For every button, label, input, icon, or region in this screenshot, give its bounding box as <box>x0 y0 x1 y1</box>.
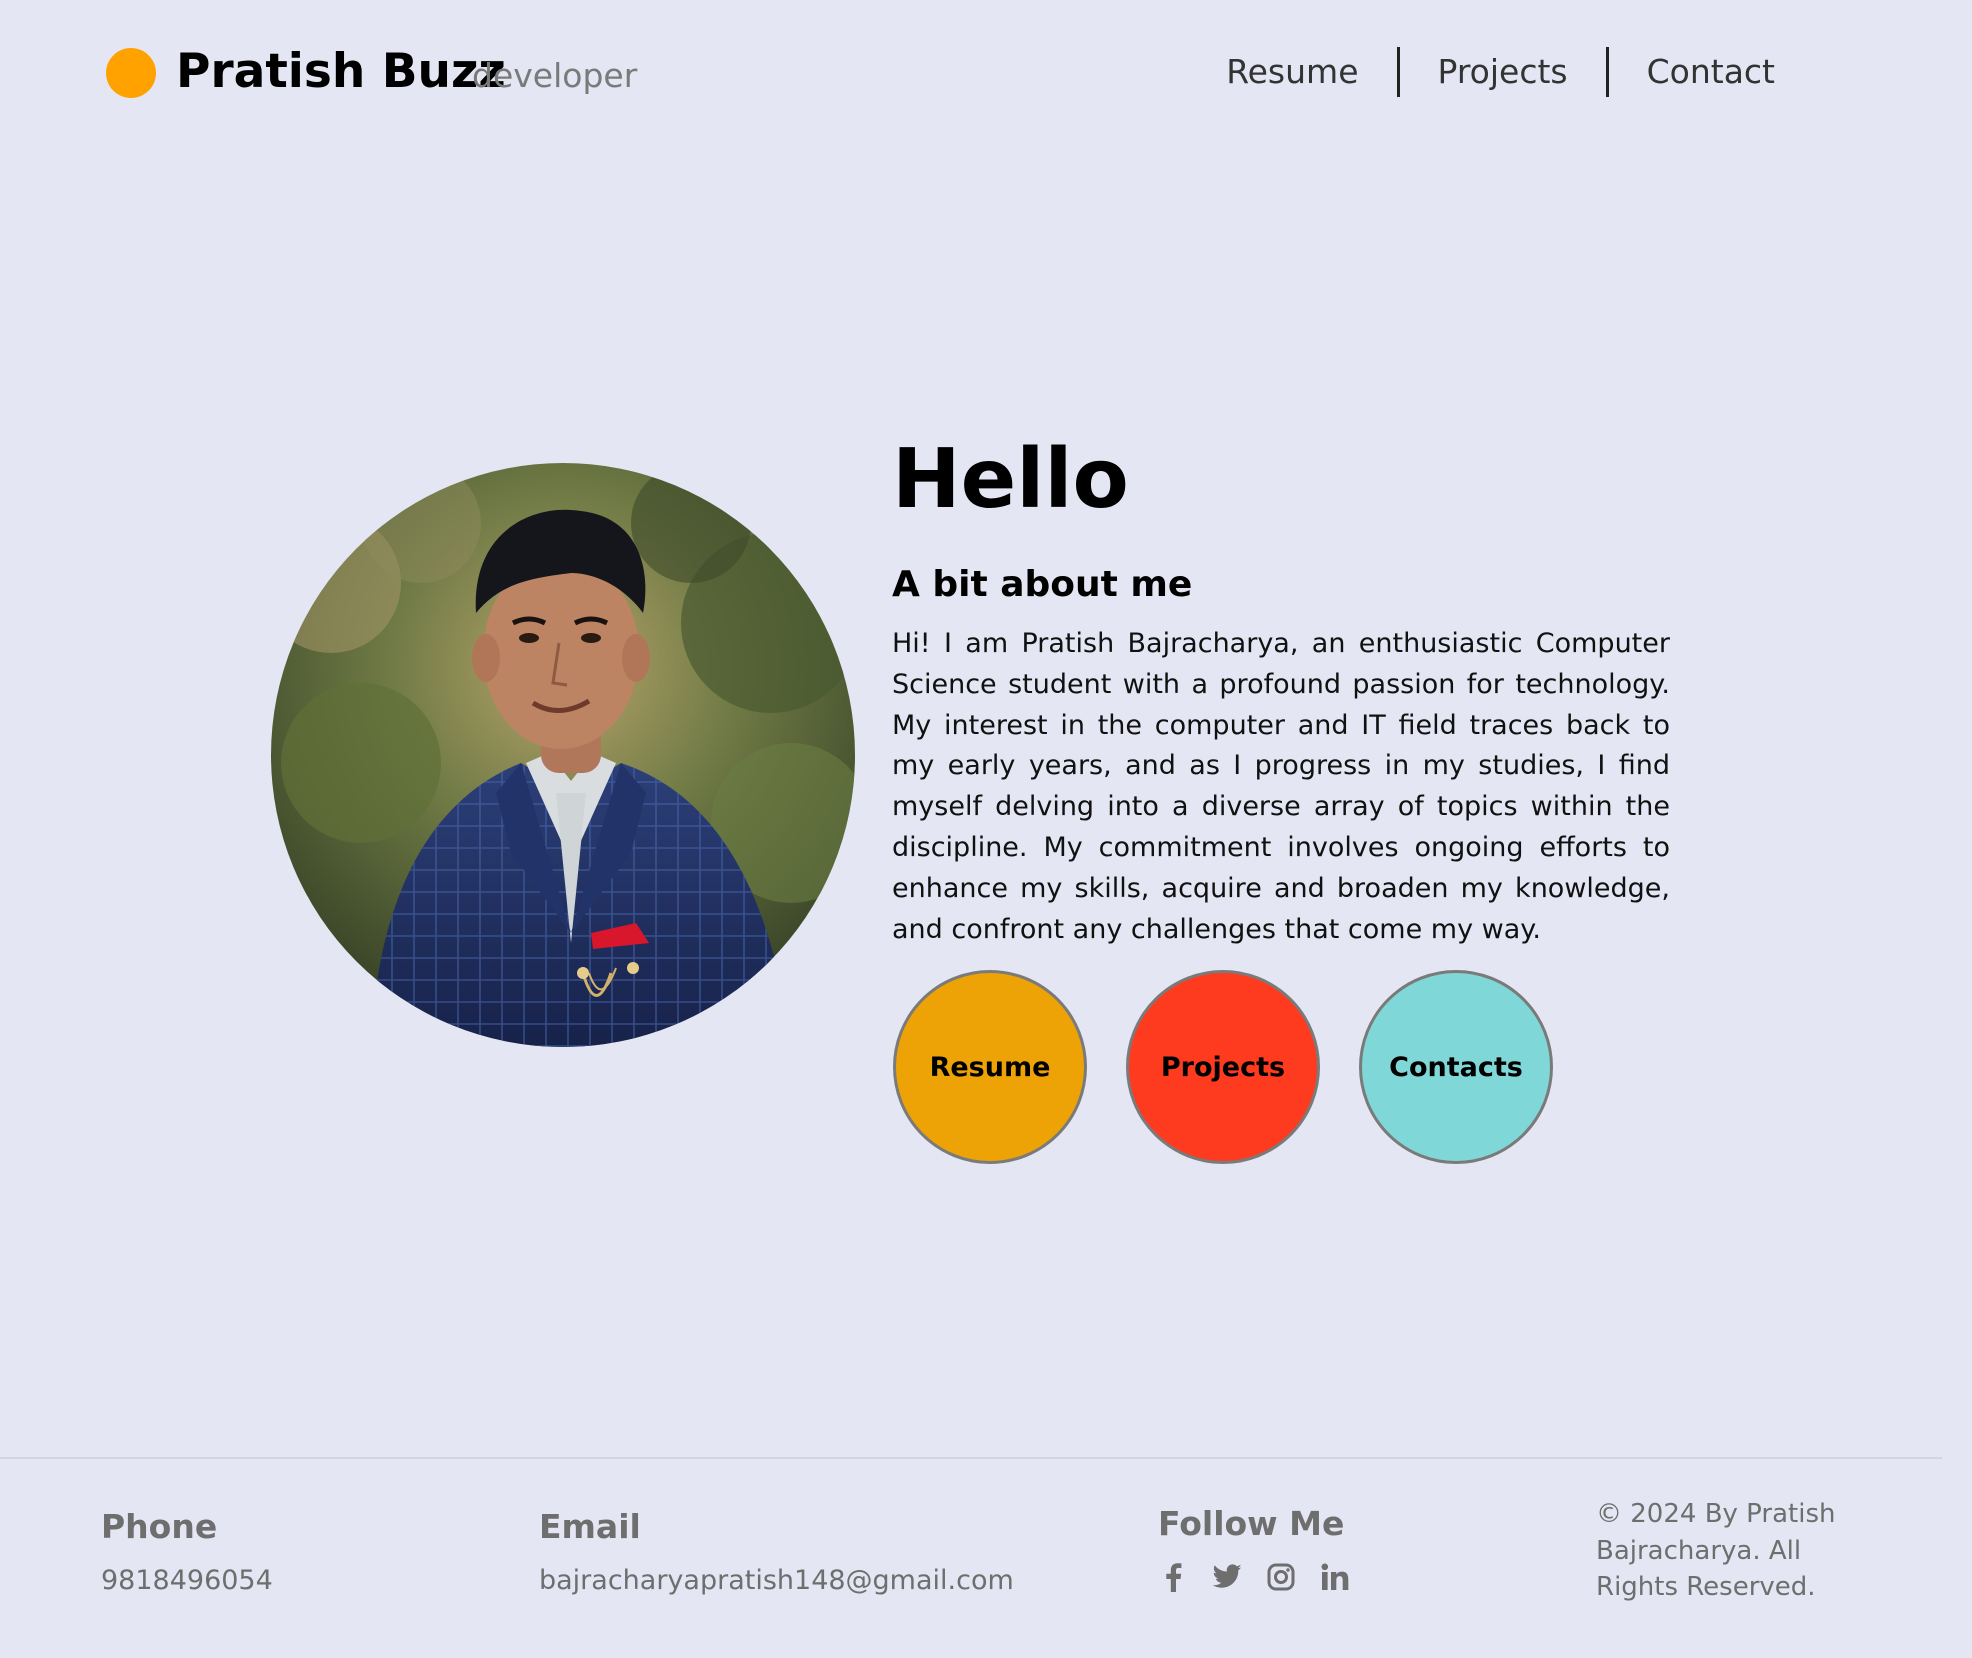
follow-heading: Follow Me <box>1158 1504 1345 1543</box>
hero-greeting: Hello <box>892 432 1129 527</box>
brand-subtitle: developer <box>472 56 638 95</box>
about-paragraph: Hi! I am Pratish Bajracharya, an enthusi… <box>892 628 1670 945</box>
nav-contact-link[interactable]: Contact <box>1609 46 1775 98</box>
brand-name[interactable]: Pratish Buzz <box>176 40 506 104</box>
site-header: Pratish Buzz developer Resume Projects C… <box>0 0 1972 150</box>
projects-button[interactable]: Projects <box>1126 970 1320 1164</box>
phone-heading: Phone <box>101 1507 218 1546</box>
social-links <box>1158 1562 1350 1592</box>
footer-divider <box>0 1457 1942 1459</box>
linkedin-icon[interactable] <box>1320 1562 1350 1592</box>
copyright-text: © 2024 By Pratish Bajracharya. All Right… <box>1596 1499 1836 1602</box>
about-heading: A bit about me <box>892 564 1193 605</box>
main-nav: Resume Projects Contact <box>1226 46 1775 98</box>
profile-photo <box>271 463 855 1047</box>
nav-projects-link[interactable]: Projects <box>1400 46 1606 98</box>
email-heading: Email <box>539 1507 641 1546</box>
logo-dot-icon <box>106 48 156 98</box>
resume-button[interactable]: Resume <box>893 970 1087 1164</box>
contacts-button[interactable]: Contacts <box>1359 970 1553 1164</box>
email-value[interactable]: bajracharyapratish148@gmail.com <box>539 1561 1014 1601</box>
facebook-icon[interactable] <box>1158 1562 1188 1592</box>
instagram-icon[interactable] <box>1266 1562 1296 1592</box>
phone-value[interactable]: 9818496054 <box>101 1561 273 1601</box>
twitter-icon[interactable] <box>1212 1562 1242 1592</box>
nav-resume-link[interactable]: Resume <box>1226 46 1396 98</box>
